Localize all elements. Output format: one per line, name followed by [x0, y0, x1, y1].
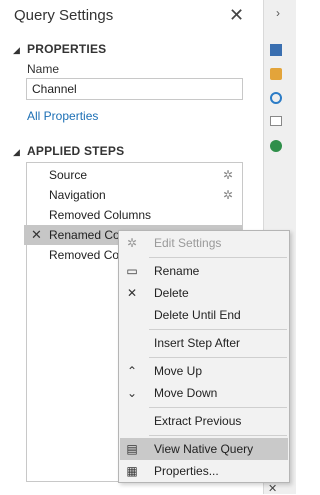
menu-separator — [149, 329, 287, 330]
menu-extract-previous[interactable]: Extract Previous — [120, 410, 288, 432]
close-icon[interactable]: ✕ — [229, 5, 244, 26]
menu-label: View Native Query — [154, 442, 254, 456]
collapse-arrow-icon[interactable]: ◢ — [13, 147, 20, 158]
native-query-icon: ▤ — [126, 442, 138, 456]
menu-label: Move Up — [154, 364, 203, 378]
name-input[interactable] — [26, 78, 243, 100]
name-label: Name — [27, 62, 60, 76]
menu-label: Delete — [154, 286, 189, 300]
all-properties-link[interactable]: All Properties — [27, 109, 98, 123]
step-source[interactable]: Source ✲ — [27, 165, 242, 185]
step-label: Removed Co — [49, 248, 120, 262]
properties-icon: ▦ — [126, 464, 138, 478]
menu-move-down[interactable]: ⌄ Move Down — [120, 382, 288, 404]
menu-edit-settings[interactable]: ✲ Edit Settings — [120, 232, 288, 254]
menu-label: Extract Previous — [154, 414, 242, 428]
close-icon: ✕ — [126, 286, 138, 300]
gear-icon: ✲ — [126, 236, 138, 250]
properties-header: PROPERTIES — [27, 42, 107, 56]
step-navigation[interactable]: Navigation ✲ — [27, 185, 242, 205]
menu-separator — [149, 357, 287, 358]
menu-label: Insert Step After — [154, 336, 241, 350]
delete-step-icon[interactable]: ✕ — [31, 225, 42, 245]
step-context-menu: ✲ Edit Settings ▭ Rename ✕ Delete Delete… — [118, 230, 290, 483]
step-removed-columns[interactable]: Removed Columns — [27, 205, 242, 225]
menu-separator — [149, 407, 287, 408]
column-icon[interactable] — [270, 44, 282, 56]
menu-move-up[interactable]: ⌃ Move Up — [120, 360, 288, 382]
web-icon[interactable] — [270, 140, 282, 152]
gear-icon[interactable]: ✲ — [223, 165, 233, 185]
menu-separator — [149, 435, 287, 436]
menu-delete[interactable]: ✕ Delete — [120, 282, 288, 304]
step-label: Source — [49, 168, 88, 182]
step-label: Renamed Co — [49, 228, 120, 242]
menu-separator — [149, 257, 287, 258]
gear-icon[interactable]: ✲ — [223, 185, 233, 205]
chevron-up-icon: ⌃ — [126, 364, 138, 378]
applied-steps-header: APPLIED STEPS — [27, 144, 125, 158]
menu-rename[interactable]: ▭ Rename — [120, 260, 288, 282]
menu-delete-until-end[interactable]: Delete Until End — [120, 304, 288, 326]
menu-label: Edit Settings — [154, 236, 222, 250]
collapse-arrow-icon[interactable]: ◢ — [13, 45, 20, 56]
menu-view-native-query[interactable]: ▤ View Native Query — [120, 438, 288, 460]
chevron-down-icon: ⌄ — [126, 386, 138, 400]
image-icon[interactable] — [270, 116, 282, 126]
globe-icon[interactable] — [270, 92, 282, 104]
step-label: Navigation — [49, 188, 106, 202]
close-icon[interactable]: ✕ — [268, 482, 277, 495]
chevron-right-icon[interactable]: › — [276, 6, 280, 20]
menu-insert-step-after[interactable]: Insert Step After — [120, 332, 288, 354]
menu-label: Properties... — [154, 464, 219, 478]
step-label: Removed Columns — [49, 208, 152, 222]
menu-label: Move Down — [154, 386, 218, 400]
menu-label: Rename — [154, 264, 200, 278]
menu-properties[interactable]: ▦ Properties... — [120, 460, 288, 482]
rename-icon: ▭ — [126, 264, 138, 278]
menu-label: Delete Until End — [154, 308, 241, 322]
pane-title: Query Settings — [14, 7, 114, 24]
table-icon[interactable] — [270, 68, 282, 80]
